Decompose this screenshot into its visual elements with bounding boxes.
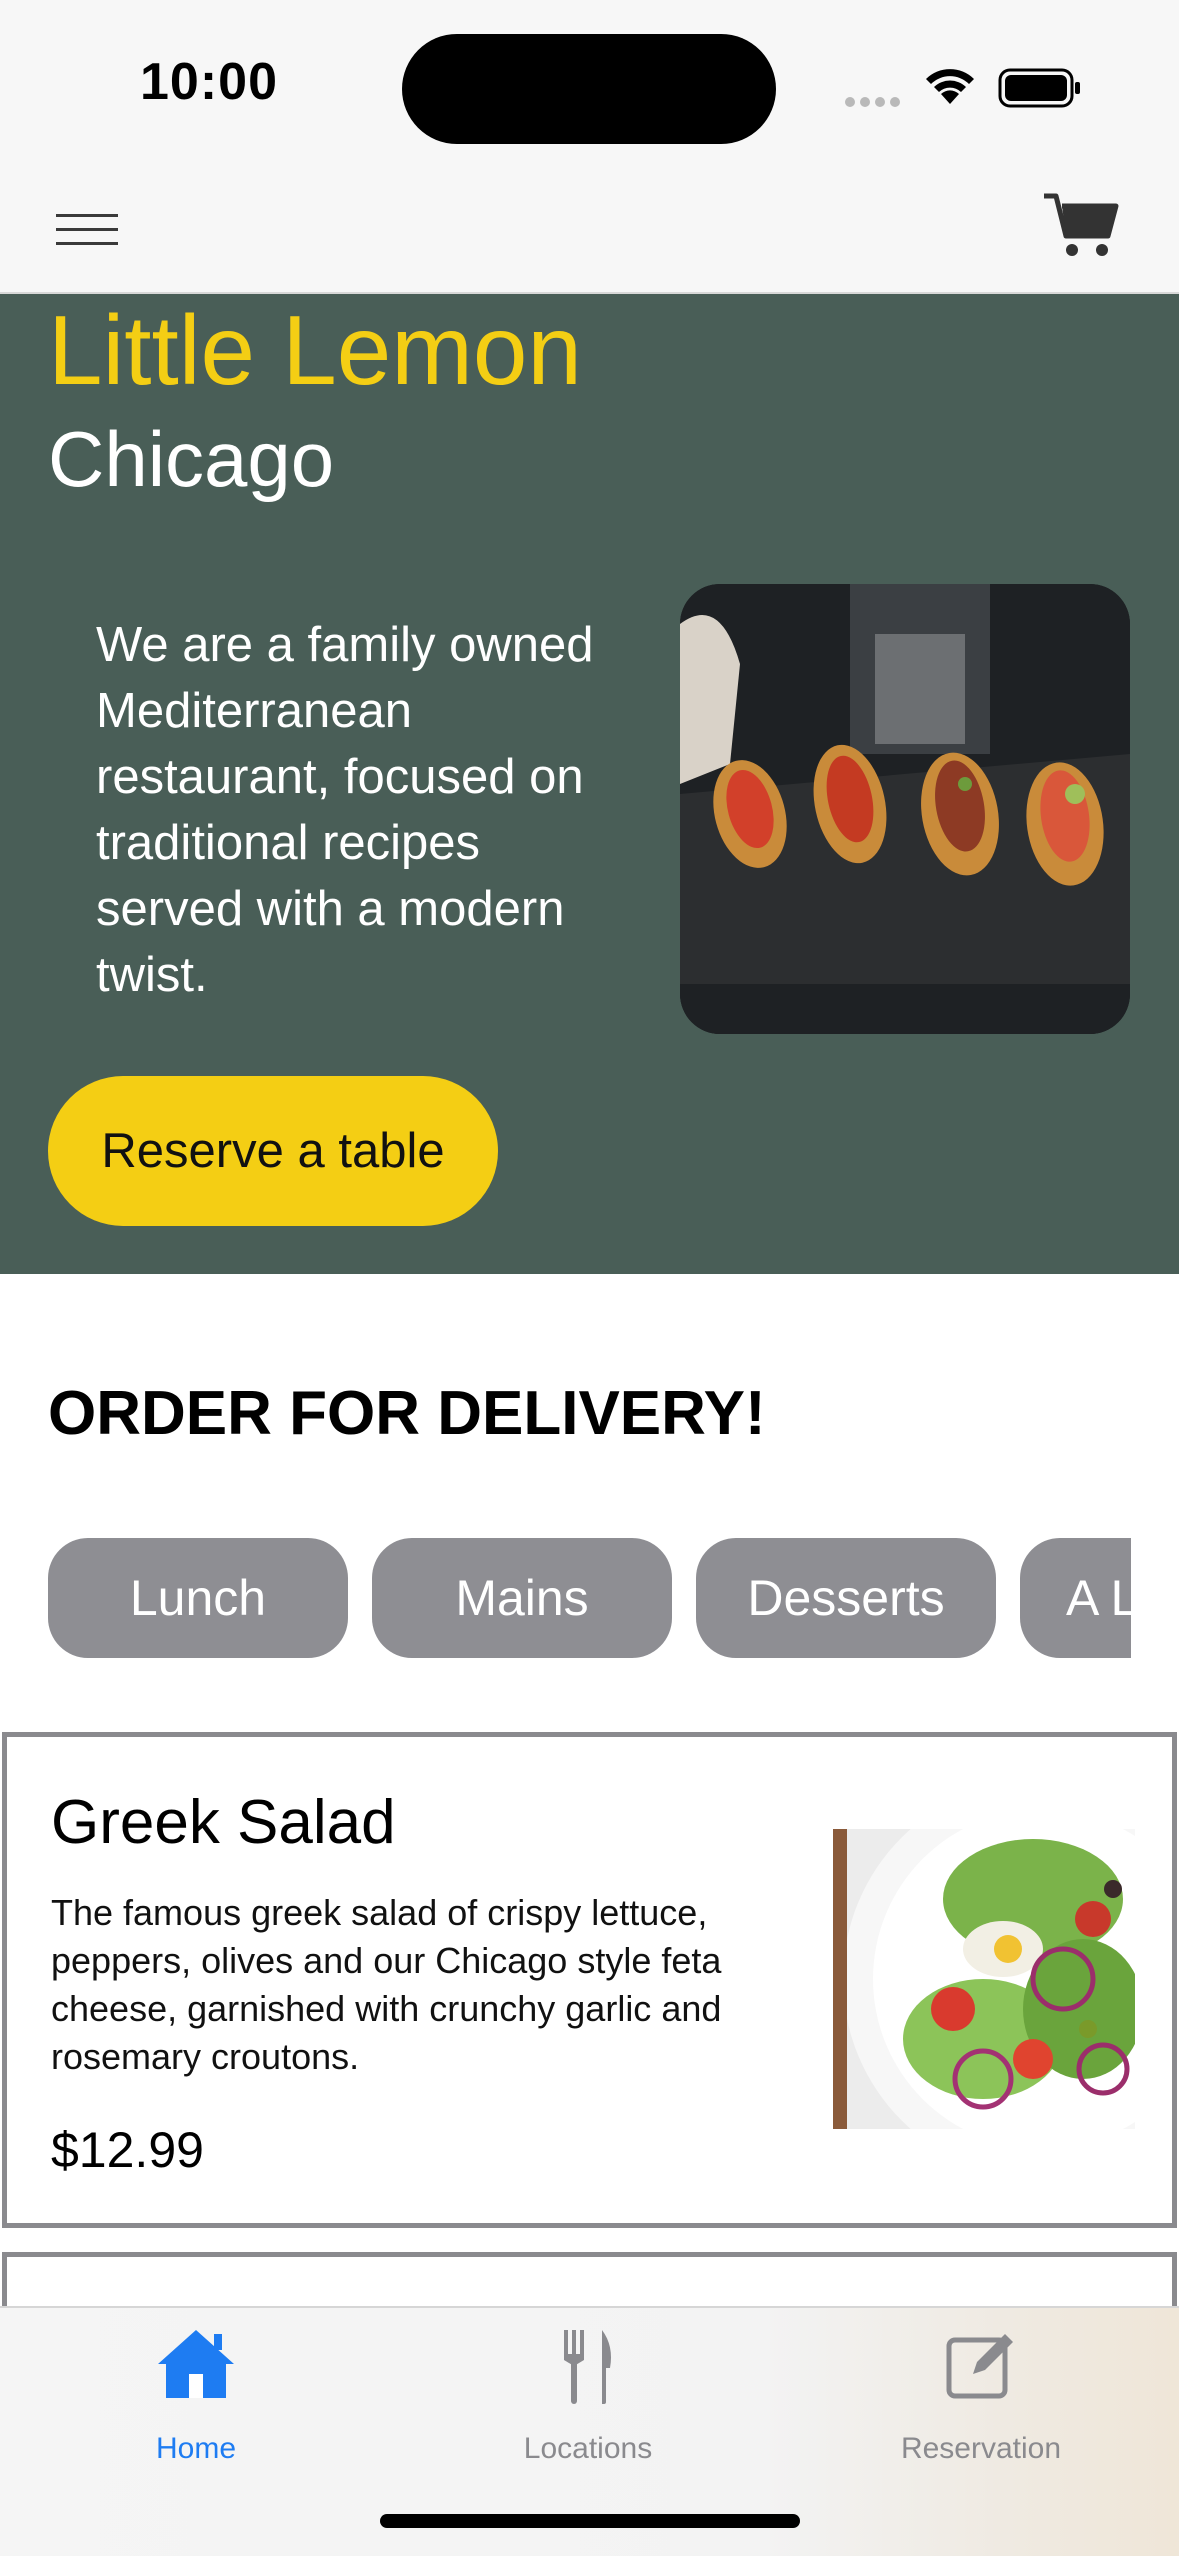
home-indicator[interactable] xyxy=(380,2514,800,2528)
battery-icon xyxy=(998,68,1080,108)
greek-salad-image xyxy=(833,1829,1135,2129)
tab-label-locations: Locations xyxy=(523,2432,653,2465)
restaurant-name: Little Lemon xyxy=(48,295,582,405)
hero-food-image xyxy=(680,584,1130,1034)
wifi-icon xyxy=(926,69,974,104)
cellular-signal-icon xyxy=(845,94,905,112)
shopping-cart-icon[interactable] xyxy=(1042,190,1122,260)
category-pill-mains[interactable]: Mains xyxy=(372,1538,672,1658)
tab-home[interactable]: Home xyxy=(76,2308,316,2488)
restaurant-description: We are a family owned Mediterranean rest… xyxy=(96,618,594,1002)
fork-knife-icon xyxy=(564,2330,611,2404)
status-time: 10:00 xyxy=(140,53,278,111)
delivery-section-title: ORDER FOR DELIVERY! xyxy=(48,1379,766,1448)
dish-description: The famous greek salad of crispy lettuce… xyxy=(51,1892,722,2077)
dynamic-island xyxy=(402,34,776,144)
category-pill-lunch[interactable]: Lunch xyxy=(48,1538,348,1658)
house-icon xyxy=(158,2330,234,2398)
top-nav-bar xyxy=(0,160,1179,294)
tab-label-home: Home xyxy=(155,2432,237,2465)
restaurant-city: Chicago xyxy=(48,415,335,503)
status-bar: 10:00 xyxy=(0,0,1179,160)
category-filter-row[interactable]: Lunch Mains Desserts A La Carte xyxy=(48,1538,1131,1660)
edit-icon xyxy=(946,2334,1013,2399)
hamburger-menu-icon[interactable] xyxy=(52,210,122,250)
category-pill-desserts[interactable]: Desserts xyxy=(696,1538,996,1658)
tab-locations[interactable]: Locations xyxy=(468,2308,708,2488)
tab-label-reservation: Reservation xyxy=(900,2432,1062,2465)
tab-reservation[interactable]: Reservation xyxy=(861,2308,1101,2488)
dish-name: Greek Salad xyxy=(51,1788,396,1857)
category-pill-a-la-carte[interactable]: A La Carte xyxy=(1020,1538,1131,1658)
reserve-table-button[interactable]: Reserve a table xyxy=(48,1076,498,1226)
hero-section: Little Lemon Chicago We are a family own… xyxy=(0,294,1179,1274)
dish-price: $12.99 xyxy=(51,2122,204,2178)
menu-item-card[interactable]: Greek Salad The famous greek salad of cr… xyxy=(2,1732,1177,2228)
